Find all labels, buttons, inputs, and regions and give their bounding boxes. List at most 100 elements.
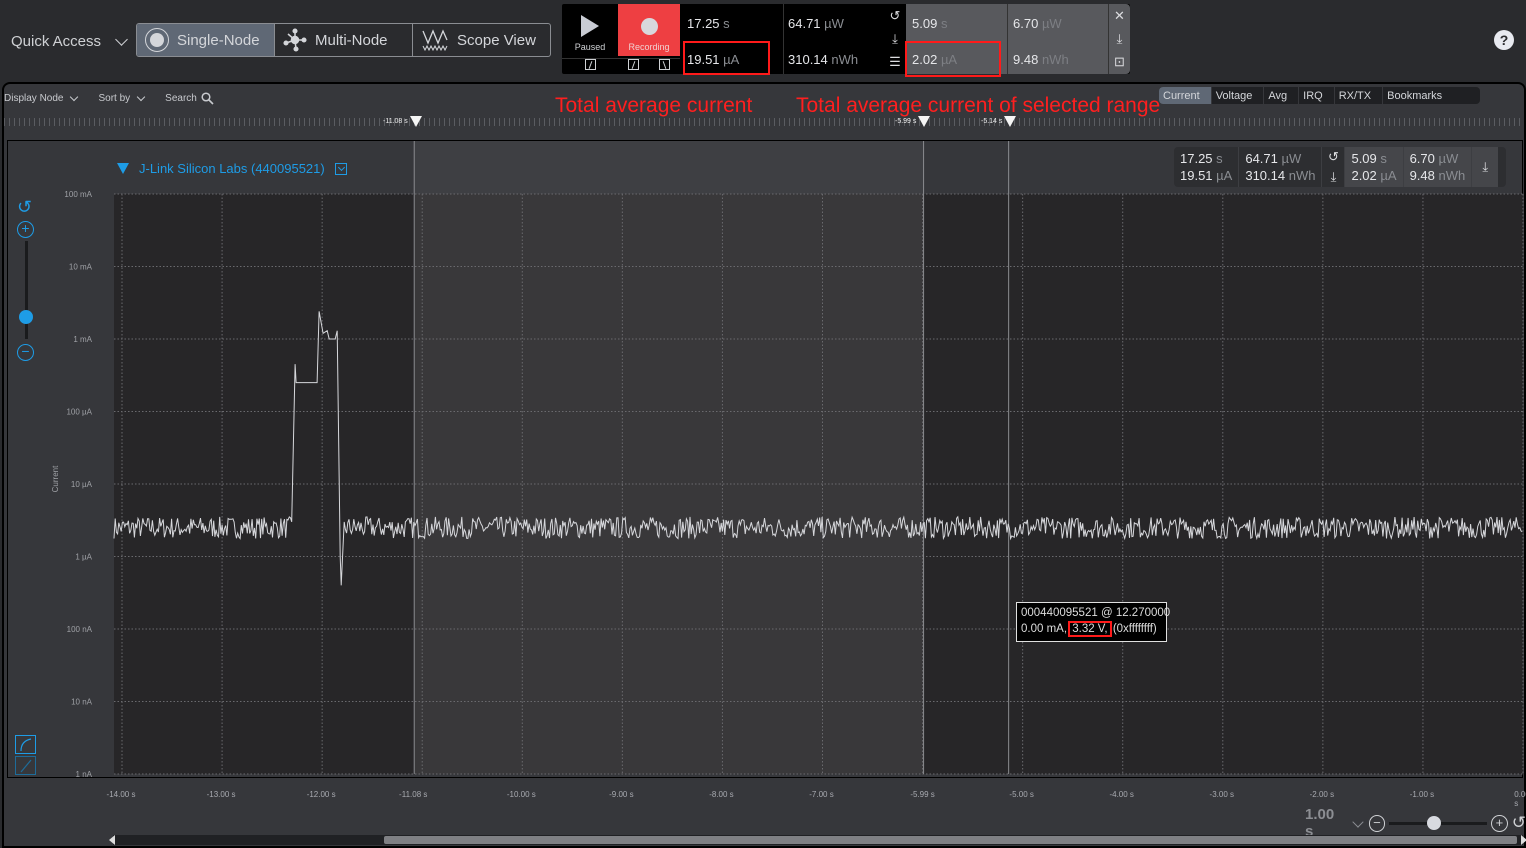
chart-tabs: Current Voltage Avg IRQ RX/TX Bookmarks <box>1159 87 1481 104</box>
time-zoom-thumb[interactable] <box>1427 815 1442 830</box>
tab-bookmarks[interactable]: Bookmarks <box>1383 87 1480 104</box>
label: Sort by <box>98 93 131 104</box>
tab-current[interactable]: Current <box>1159 87 1212 104</box>
linear-scale-button[interactable] <box>15 756 36 775</box>
time-zoom-in-icon[interactable]: + <box>1491 814 1508 832</box>
unit: nWh <box>1041 52 1069 67</box>
collapse-triangle-icon[interactable] <box>117 163 129 174</box>
value: 6.70 <box>1409 151 1435 166</box>
node-dropdown-icon[interactable] <box>334 162 347 175</box>
horizontal-scrollbar[interactable] <box>109 835 1526 845</box>
unit: µW <box>1438 151 1459 166</box>
rising-trigger-icon[interactable] <box>584 59 596 70</box>
scroll-left-icon[interactable] <box>109 835 115 845</box>
cursor-marker[interactable]: -5.14 s <box>981 116 1017 127</box>
download-icon[interactable]: ⤓ <box>1113 31 1127 46</box>
play-button[interactable]: Paused <box>562 4 618 56</box>
x-tick-label: -5.99 s <box>910 790 935 799</box>
current-chart[interactable]: 100 mA 10 mA 1 mA 100 µA 10 µA 1 µA 100 nA 10 n… <box>8 141 1524 779</box>
node-stats-total-2: 64.71 µW 310.14 nWh <box>1239 147 1323 187</box>
download-icon[interactable]: ⤓ <box>888 31 902 46</box>
zoom-in-icon[interactable]: + <box>17 221 34 238</box>
node-range-energy: 9.48 nWh <box>1410 168 1466 183</box>
y-tick-label: 10 µA <box>71 480 93 489</box>
plot-area: 100 mA 10 mA 1 mA 100 µA 10 µA 1 µA 100 nA 10 n… <box>7 140 1524 779</box>
download-icon[interactable]: ⤓ <box>1478 159 1492 174</box>
range-end-marker[interactable]: -5.99 s <box>895 116 931 127</box>
reset-icon[interactable]: ↺ <box>1326 149 1340 164</box>
sort-by-dropdown[interactable]: Sort by <box>98 92 147 104</box>
value: 5.09 <box>1351 151 1377 166</box>
screenshot-icon[interactable]: ⊡ <box>1113 54 1127 69</box>
range-start-marker[interactable]: -11.08 s <box>383 116 422 127</box>
chevron-down-icon <box>136 92 146 102</box>
scroll-right-icon[interactable] <box>1521 835 1526 845</box>
node-header[interactable]: J-Link Silicon Labs (440095521) <box>117 161 347 176</box>
unit: nWh <box>1438 168 1466 183</box>
falling-trigger-icon[interactable] <box>659 59 670 70</box>
tab-avg[interactable]: Avg <box>1264 87 1300 104</box>
record-button[interactable]: Recording <box>618 4 680 56</box>
tooltip-voltage: 3.32 V, <box>1068 621 1112 637</box>
range-actions: ✕ ⤓ ⊡ <box>1108 4 1130 74</box>
highlight-total-current <box>683 41 770 75</box>
record-status-label: Recording <box>628 42 670 52</box>
node-total-time: 17.25 s <box>1180 151 1232 166</box>
quick-access-label: Quick Access <box>11 33 102 50</box>
tab-irq[interactable]: IRQ <box>1299 87 1335 104</box>
log-scale-button[interactable] <box>15 735 36 754</box>
rising-trigger-icon[interactable] <box>628 59 639 70</box>
zoom-track[interactable] <box>25 241 28 339</box>
time-zoom-out-icon[interactable]: − <box>1368 814 1386 832</box>
time-zoom-track[interactable] <box>1389 815 1488 830</box>
marker-triangle-icon <box>918 116 931 127</box>
network-icon <box>283 28 307 52</box>
total-time: 17.25 s <box>687 16 730 31</box>
waveform-icon <box>422 29 448 52</box>
chevron-down-icon <box>70 92 79 102</box>
selected-range-band <box>414 194 924 774</box>
display-node-dropdown[interactable]: Display Node <box>4 92 80 104</box>
zoom-out-icon[interactable]: − <box>17 344 34 361</box>
range-time: 5.09 s <box>912 16 947 31</box>
cursor-tooltip: 000440095521 @ 12.270000 0.00 mA, 3.32 V… <box>1016 602 1171 642</box>
unit: µA <box>1380 168 1397 183</box>
reset-icon[interactable]: ↺ <box>888 8 902 23</box>
close-icon[interactable]: ✕ <box>1113 8 1127 23</box>
zoom-slider-thumb[interactable] <box>19 310 33 325</box>
mode-scope-view[interactable]: Scope View <box>413 24 550 56</box>
mode-single-node[interactable]: Single-Node <box>137 24 275 56</box>
value: 19.51 <box>1180 168 1213 183</box>
tab-voltage[interactable]: Voltage <box>1212 87 1265 104</box>
label: Display Node <box>4 93 64 104</box>
quick-access-dropdown[interactable]: Quick Access <box>11 33 128 50</box>
marker-label: -5.14 s <box>981 118 1003 125</box>
reset-zoom-icon[interactable]: ↺ <box>17 198 32 216</box>
value: 5.09 <box>912 16 938 31</box>
y-axis-label: Current <box>51 465 60 492</box>
log-curve-icon <box>20 738 32 752</box>
help-icon[interactable]: ? <box>1494 30 1514 50</box>
x-tick-label: -8.00 s <box>709 790 734 799</box>
chevron-down-icon[interactable] <box>1352 815 1364 828</box>
node-range-time: 5.09 s <box>1351 151 1396 166</box>
divider <box>1007 4 1008 74</box>
tooltip-values: 0.00 mA, 3.32 V, (0xffffffff) <box>1021 621 1162 637</box>
time-ruler[interactable] <box>4 118 1522 126</box>
tooltip-id-time: 000440095521 @ 12.270000 <box>1021 607 1171 619</box>
list-icon[interactable]: ☰ <box>888 54 902 69</box>
mode-multi-node[interactable]: Multi-Node <box>275 24 413 56</box>
unit: µW <box>824 16 844 31</box>
search-button[interactable]: Search <box>165 92 214 105</box>
x-tick-label: -10.00 s <box>506 790 536 799</box>
x-tick-label: -9.00 s <box>609 790 634 799</box>
time-reset-icon[interactable]: ↺ <box>1512 813 1526 833</box>
download-icon[interactable]: ⤓ <box>1326 169 1340 184</box>
tab-rxtx[interactable]: RX/TX <box>1335 87 1384 104</box>
node-total-energy: 310.14 nWh <box>1245 168 1315 183</box>
highlight-range-current <box>905 41 1001 77</box>
node-total-actions: ↺ ⤓ <box>1322 147 1346 187</box>
scrollbar-thumb[interactable] <box>384 836 1517 844</box>
y-tick-label: 100 nA <box>67 625 93 634</box>
tooltip-hex: (0xffffffff) <box>1112 623 1157 635</box>
